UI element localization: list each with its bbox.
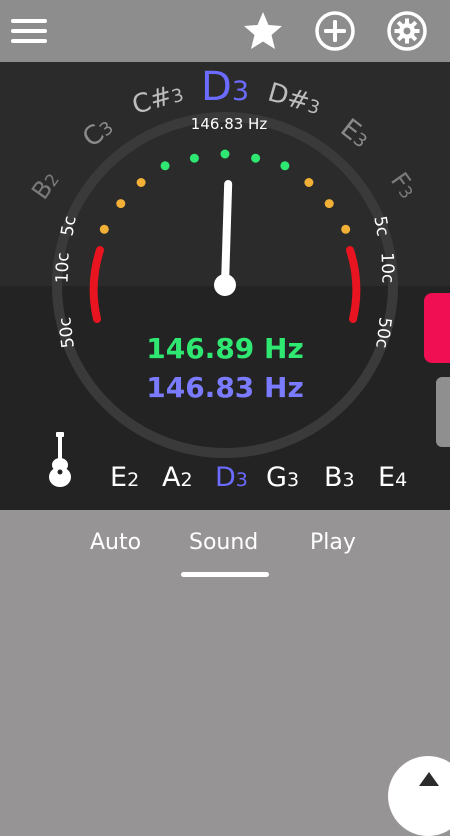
top-toolbar (0, 0, 450, 62)
string-d3[interactable]: D3 (215, 462, 248, 493)
measured-frequency: 146.89 Hz (146, 332, 304, 365)
svg-text:D#3: D#3 (264, 78, 323, 122)
active-tab-indicator (181, 572, 269, 577)
cent-label-right-5: 5c (369, 214, 392, 237)
reference-frequency: 146.83 Hz (146, 371, 304, 404)
tab-sound[interactable]: Sound (189, 530, 258, 555)
tick-dot (99, 224, 109, 234)
tick-dot (280, 161, 290, 171)
gear-icon (387, 11, 427, 51)
tick-dot (341, 224, 351, 234)
tick-dot (220, 149, 230, 159)
settings-button[interactable] (384, 8, 430, 54)
tick-dot (189, 153, 199, 163)
note-label-dsharp3: D#3 (264, 78, 323, 122)
note-label-b2: B2 (26, 166, 65, 204)
expand-panel-button[interactable] (388, 756, 450, 836)
target-note: D3 (201, 64, 249, 110)
note-label-e3: E3 (335, 113, 375, 154)
tuner-panel: 5c 10c 50c 5c 10c 50c B2 C3 C#3 D#3 E3 F… (0, 62, 450, 510)
tab-play[interactable]: Play (310, 530, 356, 555)
left-red-arc (89, 246, 104, 323)
tick-dot (251, 153, 261, 163)
string-e4[interactable]: E4 (378, 462, 407, 493)
string-selector: E2 A2 D3 G3 B3 E4 (0, 462, 450, 502)
cent-label-right-10: 10c (376, 252, 397, 284)
tick-dot (136, 178, 146, 187)
string-e2[interactable]: E2 (110, 462, 139, 493)
target-frequency: 146.83 Hz (191, 115, 268, 133)
right-red-arc (346, 246, 361, 323)
string-a2[interactable]: A2 (162, 462, 193, 493)
side-drawer-tab-red[interactable] (424, 293, 450, 363)
svg-text:C3: C3 (77, 112, 119, 154)
favorite-button[interactable] (240, 8, 286, 54)
menu-button[interactable] (6, 8, 52, 54)
triangle-up-icon (419, 772, 439, 786)
string-g3[interactable]: G3 (266, 462, 299, 493)
svg-text:C#3: C#3 (129, 78, 187, 121)
star-icon (244, 12, 282, 49)
note-label-f3: F3 (385, 167, 422, 203)
cent-label-left-10: 10c (52, 252, 73, 284)
tab-auto[interactable]: Auto (90, 530, 141, 555)
note-label-csharp3: C#3 (129, 78, 187, 121)
tick-dot (116, 199, 126, 209)
note-label-c3: C3 (77, 112, 119, 154)
svg-text:F3: F3 (385, 167, 422, 203)
mode-tabs: Auto Sound Play (0, 530, 450, 580)
tick-dot (160, 161, 170, 171)
tuning-needle (214, 180, 236, 296)
add-button[interactable] (312, 8, 358, 54)
tick-dot (324, 199, 334, 209)
tick-dot (304, 178, 314, 187)
svg-text:E3: E3 (335, 113, 375, 154)
plus-circle-icon (315, 11, 355, 51)
side-drawer-tab-grey[interactable] (436, 377, 450, 447)
cent-label-left-5: 5c (57, 214, 80, 237)
hamburger-menu-icon (11, 19, 47, 43)
string-b3[interactable]: B3 (324, 462, 355, 493)
svg-text:B2: B2 (26, 166, 65, 204)
